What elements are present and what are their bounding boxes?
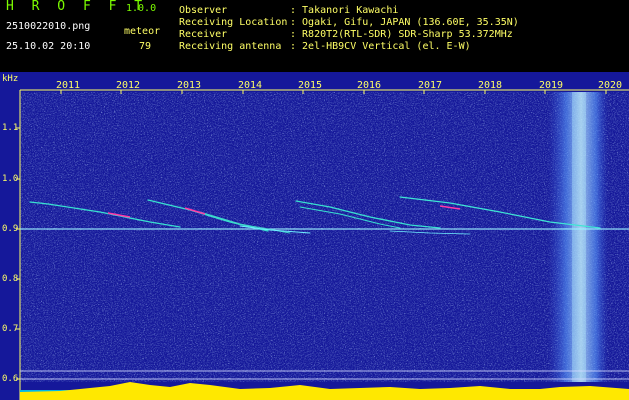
file-name: 2510022010.png [6,21,91,32]
x-tick-label: 2016 [357,80,382,91]
y-tick-label: 0.7 [2,324,19,334]
app-version: 1.0.0 [126,3,157,14]
x-tick-label: 2018 [478,80,503,91]
x-tick-label: 2020 [598,80,623,91]
meteor-label: meteor [124,26,161,37]
spectrogram-sparkle [20,92,629,382]
y-tick-label: 1.0 [2,174,19,184]
x-tick-label: 2015 [298,80,323,91]
info-value: : Ogaki, Gifu, JAPAN (136.60E, 35.35N) [290,17,519,28]
info-value: : Takanori Kawachi [290,5,399,16]
info-row-antenna: Receiving antenna : 2el-HB9CV Vertical (e… [179,41,519,53]
header-panel: H R O F F T 1.0.0 2510022010.png meteor … [0,0,629,72]
y-tick-label: 0.8 [2,274,19,284]
info-key: Observer [179,5,228,16]
x-tick-label: 2014 [238,80,263,91]
y-axis-unit: kHz [2,74,19,84]
info-row-location: Receiving Location: Ogaki, Gifu, JAPAN (… [179,17,519,29]
x-tick-label: 2013 [177,80,202,91]
info-key: Receiver [179,29,228,40]
noise-burst-core [572,92,586,382]
x-tick-label: 2019 [539,80,564,91]
x-tick-label: 2017 [418,80,443,91]
spectrogram [0,72,629,400]
y-tick-label: 0.9 [2,224,19,234]
y-tick-label: 0.6 [2,374,19,384]
info-value: : 2el-HB9CV Vertical (el. E-W) [290,41,471,52]
info-key: Receiving antenna [179,41,282,52]
meteor-count: 79 [139,41,152,52]
info-key: Receiving Location [179,17,288,28]
x-tick-label: 2012 [116,80,141,91]
station-info: Observer : Takanori Kawachi Receiving Loc… [179,5,519,53]
info-row-receiver: Receiver : R820T2(RTL-SDR) SDR-Sharp 53.3… [179,29,519,41]
info-row-observer: Observer : Takanori Kawachi [179,5,519,17]
timestamp: 25.10.02 20:10 [6,41,91,52]
info-value: : R820T2(RTL-SDR) SDR-Sharp 53.372MHz [290,29,513,40]
x-tick-label: 2011 [56,80,81,91]
y-tick-label: 1.1 [2,123,19,133]
